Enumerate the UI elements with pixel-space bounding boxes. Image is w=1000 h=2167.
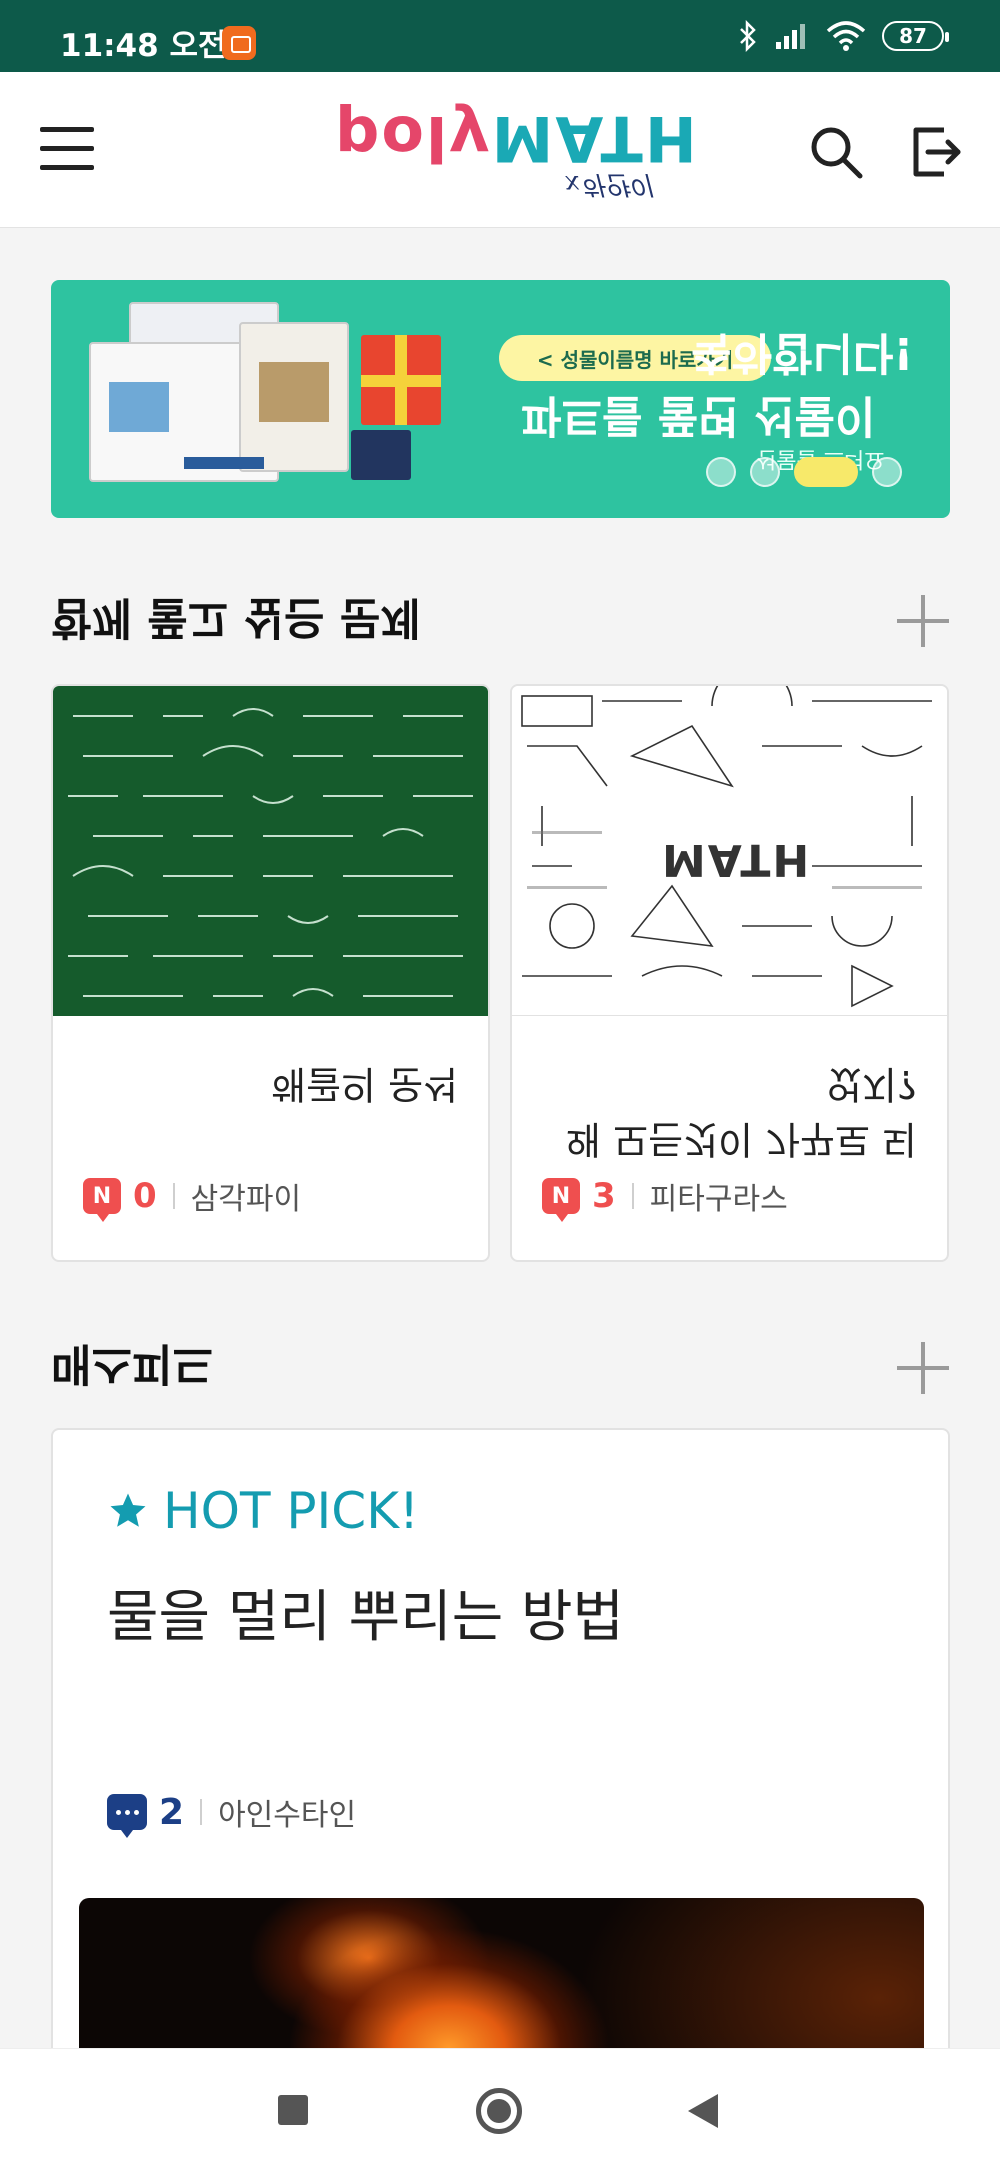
banner-headline-1: 축하합니다! [691,327,914,378]
gift-box-icon [361,335,441,425]
app-header: polyMATH x하얀이 [0,72,1000,228]
divider [200,1799,203,1825]
system-nav-bar [0,2048,1000,2167]
card-meta: N 3 피타구라스 [542,1174,788,1222]
card-count: 3 [592,1176,616,1216]
more-magazine-plus-icon[interactable] [897,1342,949,1394]
hot-pick-label: HOT PICK! [107,1482,419,1540]
divider [172,1183,175,1209]
new-badge-icon: N [83,1178,121,1222]
card-author: 피타구라스 [649,1182,788,1217]
pagination-dot[interactable] [706,457,736,487]
comment-count: 2 [159,1791,185,1833]
star-icon [110,1493,146,1527]
card-thumbnail-chalkboard [53,686,488,1016]
thumbnail-math-text: MATH [662,834,812,885]
gift-box-small-icon [351,430,411,480]
battery-icon: 87 [882,21,949,51]
hot-pick-text: HOT PICK! [163,1482,420,1540]
banner-headline-2: 파트를 풀면 선물이 [521,390,876,441]
app-logo[interactable]: polyMATH x하얀이 [325,102,699,202]
pagination-dot[interactable] [750,457,780,487]
recent-apps-button[interactable] [278,2095,308,2125]
card-title: 왜 모든것이 가꾸로 되었지? [566,1062,917,1162]
comment-icon [107,1794,147,1838]
wifi-icon [826,21,866,51]
signal-icon [776,24,805,49]
more-problems-plus-icon[interactable] [897,595,949,647]
status-icons: 87 [738,20,949,52]
section-title-problems: 함께 풀고 싶은 문제 [51,592,421,643]
back-button[interactable] [688,2094,718,2128]
banner-product-image [89,302,359,492]
article-title: 물을 멀리 뿌리는 방법 [107,1585,625,1650]
new-badge-icon: N [542,1178,580,1222]
card-author: 삼각파이 [190,1182,302,1217]
article-author: 아인수타인 [218,1798,357,1833]
logo-subtitle: x하얀이 [565,169,652,199]
card-meta: N 0 삼각파이 [83,1174,302,1222]
search-icon[interactable] [808,124,864,180]
promo-banner[interactable]: < 성물이름명 바로가기 축하합니다! 파트를 풀면 선물이 선물을 드려요 [51,280,950,518]
notification-app-icon [222,26,256,60]
home-button[interactable] [476,2088,522,2134]
pagination-dot[interactable] [872,457,902,487]
card-thumbnail-math-sketch: MATH [512,686,947,1016]
bluetooth-icon [740,20,756,52]
menu-icon[interactable] [40,127,94,171]
problem-card[interactable]: MATH 왜 모든것이 가꾸로 되었지? N 3 피타구라스 [510,684,949,1262]
logout-icon[interactable] [910,124,962,180]
status-time: 11:48 오전 [60,28,227,64]
article-meta: 2 아인수타인 [107,1790,357,1838]
problem-card[interactable]: 해골의 운석 N 0 삼각파이 [51,684,490,1262]
card-title: 해골의 운석 [271,1062,458,1107]
section-title-magazine: 매스피드 [51,1338,213,1389]
status-bar: 11:48 오전 87 [0,0,1000,72]
logo-wordmark: polyMATH [335,102,699,175]
pagination-dot-active[interactable] [794,457,858,487]
divider [631,1183,634,1209]
card-count: 0 [133,1176,157,1216]
banner-pagination [706,457,902,487]
